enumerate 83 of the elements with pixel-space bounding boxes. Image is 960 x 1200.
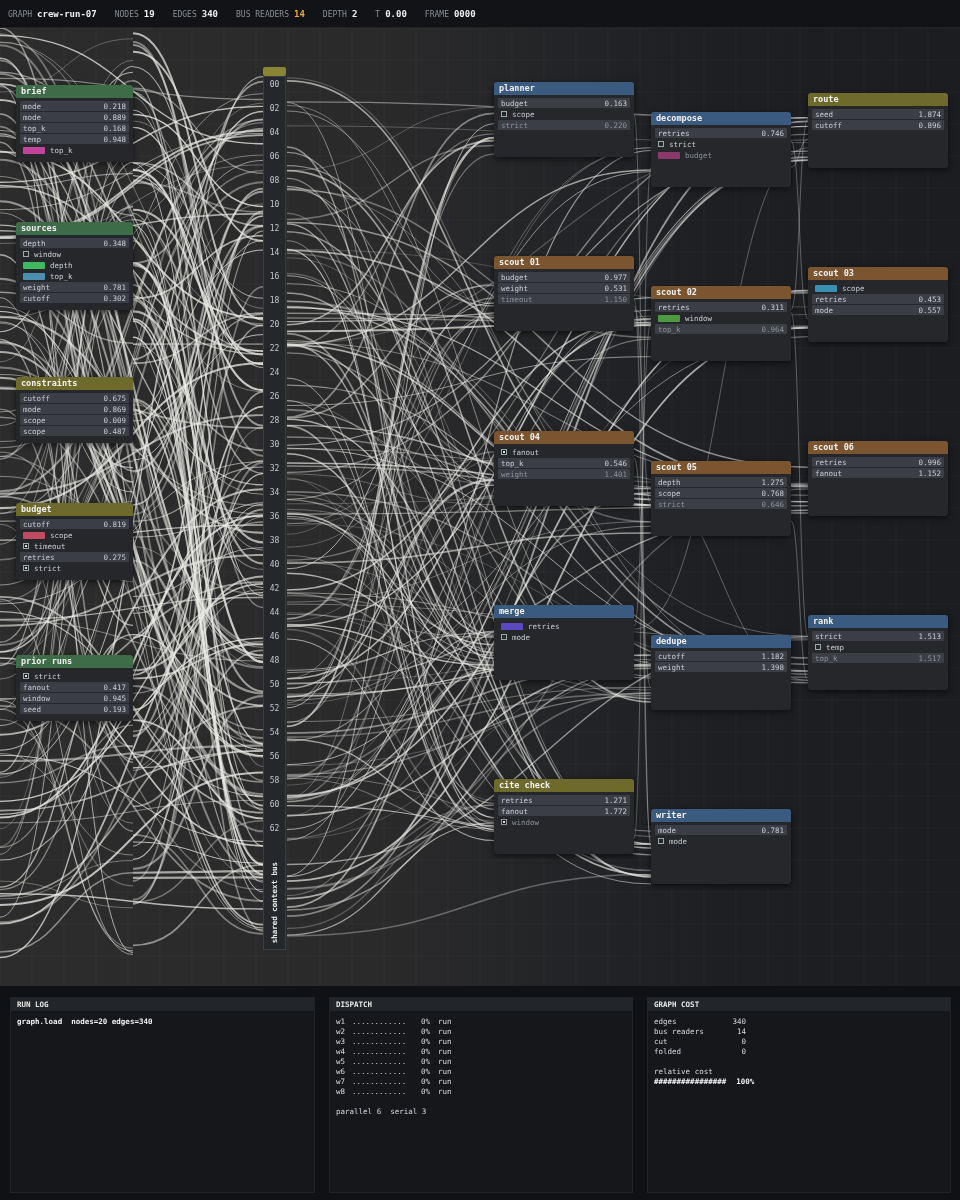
- port-label: 36: [269, 513, 280, 523]
- color-swatch[interactable]: [23, 146, 45, 154]
- node-title[interactable]: constraints: [16, 377, 133, 390]
- node-title[interactable]: writer: [651, 809, 791, 822]
- node-title[interactable]: prior runs: [16, 655, 133, 668]
- stat-label: BUS READERS: [236, 9, 289, 19]
- stat-value: crew-run-07: [37, 8, 97, 19]
- port-label: 52: [269, 705, 280, 715]
- stat-value: 0000: [453, 8, 476, 19]
- node-title[interactable]: route: [808, 93, 948, 106]
- color-swatch[interactable]: [658, 314, 680, 322]
- stat-label: GRAPH: [8, 9, 33, 19]
- node-title[interactable]: scout 06: [808, 441, 948, 454]
- node-title[interactable]: sources: [16, 222, 133, 235]
- port-label: 02: [269, 105, 280, 115]
- port-label: 26: [269, 393, 280, 403]
- port-label: 34: [269, 489, 280, 499]
- node-title[interactable]: dedupe: [651, 635, 791, 648]
- checkbox[interactable]: [23, 543, 29, 549]
- port-label: 24: [269, 369, 280, 379]
- node-title[interactable]: budget: [16, 503, 133, 516]
- color-swatch[interactable]: [23, 531, 45, 539]
- node-title[interactable]: scout 01: [494, 256, 634, 269]
- port-label: 16: [269, 273, 280, 283]
- port-label: 22: [269, 345, 280, 355]
- stat-label: EDGES: [172, 9, 197, 19]
- node-title[interactable]: planner: [494, 82, 634, 95]
- port-label: 42: [269, 585, 280, 595]
- port-label: 28: [269, 417, 280, 427]
- port-label: 32: [269, 465, 280, 475]
- port-label: 40: [269, 561, 280, 571]
- port-label: 54: [269, 729, 280, 739]
- checkbox[interactable]: [501, 449, 507, 455]
- port-label: 50: [269, 681, 280, 691]
- port-label: 38: [269, 537, 280, 547]
- stat-value: 0.00: [385, 8, 407, 19]
- stat-label: DEPTH: [322, 9, 347, 19]
- port-label: 60: [269, 801, 280, 811]
- node-title[interactable]: scout 03: [808, 267, 948, 280]
- color-swatch[interactable]: [501, 622, 523, 630]
- port-label: 44: [269, 609, 280, 619]
- port-label: 58: [269, 777, 280, 787]
- stat-value: 19: [143, 8, 155, 19]
- checkbox[interactable]: [23, 565, 29, 571]
- checkbox[interactable]: [658, 838, 664, 844]
- checkbox[interactable]: [23, 251, 29, 257]
- checkbox[interactable]: [23, 673, 29, 679]
- stat-value: 14: [294, 8, 305, 19]
- port-label: 20: [269, 321, 280, 331]
- node-title[interactable]: cite check: [494, 779, 634, 792]
- port-label: 62: [269, 825, 280, 835]
- stat-label: FRAME: [424, 9, 449, 19]
- port-label: 10: [269, 201, 280, 211]
- port-label: 18: [269, 297, 280, 307]
- port-label: 48: [269, 657, 280, 667]
- checkbox[interactable]: [501, 111, 507, 117]
- port-label: 06: [269, 153, 280, 163]
- port-label: 30: [269, 441, 280, 451]
- node-title[interactable]: rank: [808, 615, 948, 628]
- color-swatch[interactable]: [815, 284, 837, 292]
- node-title[interactable]: scout 04: [494, 431, 634, 444]
- port-label: 04: [269, 129, 280, 139]
- checkbox[interactable]: [501, 634, 507, 640]
- port-label: 08: [269, 177, 280, 187]
- color-swatch[interactable]: [23, 272, 45, 280]
- stat-value: 2: [351, 8, 358, 19]
- port-label: 56: [269, 753, 280, 763]
- stat-label: NODES: [114, 9, 139, 19]
- port-label: 00: [269, 81, 280, 91]
- node-title[interactable]: scout 02: [651, 286, 791, 299]
- port-label: 14: [269, 249, 280, 259]
- port-label: 12: [269, 225, 280, 235]
- color-swatch[interactable]: [23, 261, 45, 269]
- node-title[interactable]: merge: [494, 605, 634, 618]
- node-title[interactable]: brief: [16, 85, 133, 98]
- checkbox[interactable]: [815, 644, 821, 650]
- stat-label: T: [375, 9, 381, 19]
- stat-value: 340: [201, 8, 218, 19]
- node-title[interactable]: scout 05: [651, 461, 791, 474]
- node-title[interactable]: decompose: [651, 112, 791, 125]
- port-label: 46: [269, 633, 280, 643]
- checkbox[interactable]: [658, 141, 664, 147]
- bus-handle[interactable]: [263, 67, 286, 76]
